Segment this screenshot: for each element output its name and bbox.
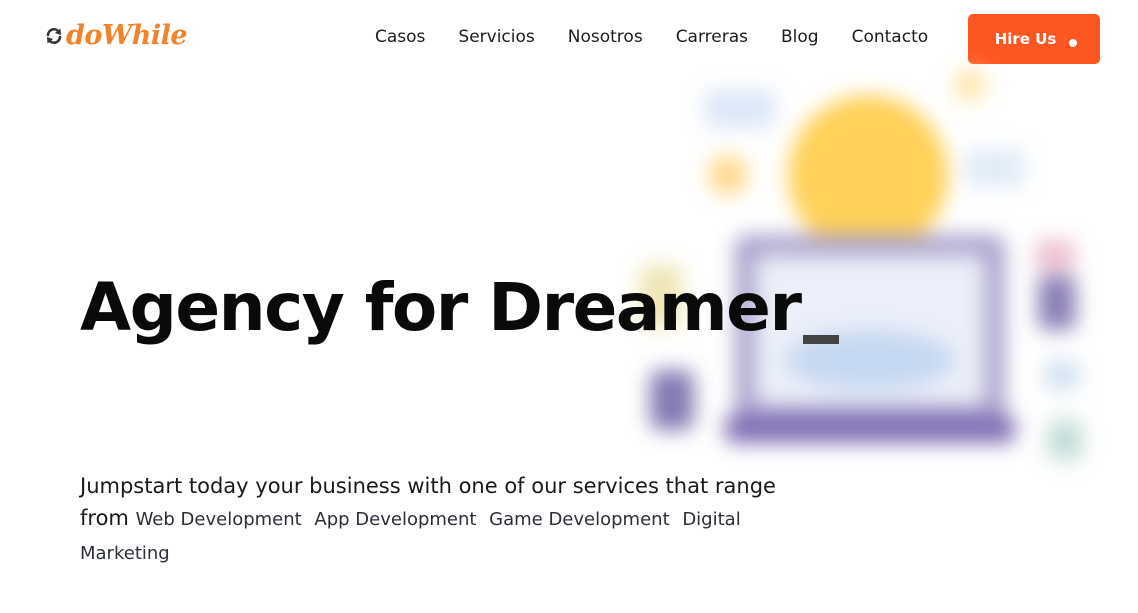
hero-intro: Jumpstart today your business with one o… (80, 470, 820, 570)
nav-item-casos[interactable]: Casos (375, 26, 425, 48)
floating-card-shape (705, 90, 775, 128)
hire-us-button[interactable]: Hire Us (968, 14, 1100, 64)
logo[interactable]: doWhile (44, 20, 188, 51)
character-shape (1035, 240, 1075, 270)
nav-item-servicios[interactable]: Servicios (458, 26, 534, 48)
coin-shape (954, 69, 986, 101)
service-web-development: Web Development (135, 509, 302, 530)
nav-item-contacto[interactable]: Contacto (852, 26, 929, 48)
character-shape (1038, 275, 1076, 330)
nav-item-carreras[interactable]: Carreras (676, 26, 748, 48)
refresh-icon (44, 26, 64, 46)
lightbulb-shape (788, 95, 948, 255)
headline-text: Agency for Dreamer (80, 269, 802, 346)
plant-shape (1048, 420, 1082, 460)
character-shape (650, 370, 694, 430)
plant-shape (1045, 360, 1079, 390)
service-game-development: Game Development (489, 509, 670, 530)
typing-cursor (802, 335, 839, 344)
nav-item-nosotros[interactable]: Nosotros (568, 26, 643, 48)
main-nav: Casos Servicios Nosotros Carreras Blog C… (375, 26, 928, 48)
laptop-base-shape (725, 415, 1015, 443)
nav-item-blog[interactable]: Blog (781, 26, 819, 48)
hire-us-label: Hire Us (994, 30, 1057, 48)
logo-text: doWhile (66, 20, 188, 51)
hero-headline: Agency for Dreamer (80, 268, 839, 348)
service-app-development: App Development (314, 509, 477, 530)
coin-shape (708, 155, 748, 195)
dot-icon (1069, 39, 1078, 47)
floating-card-shape (965, 150, 1025, 186)
